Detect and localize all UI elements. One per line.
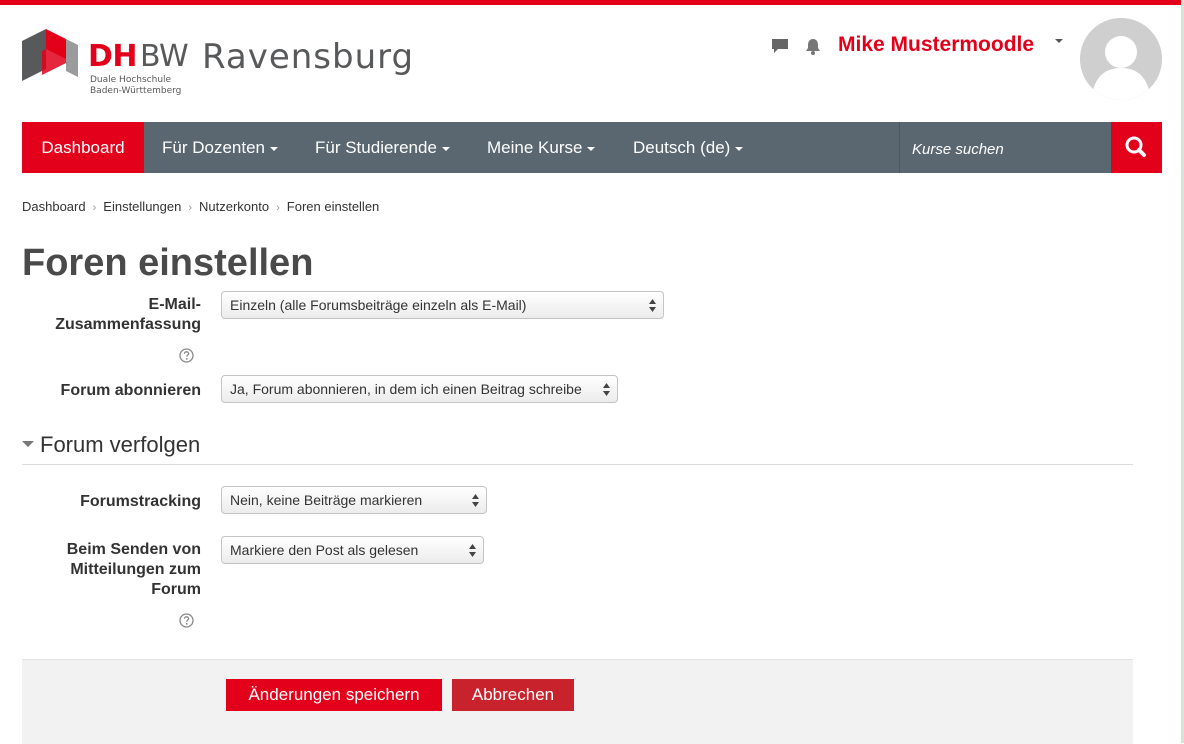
mark-read-label-line-2: Mitteilungen zum [70,561,201,578]
cancel-button[interactable]: Abbrechen [452,679,574,711]
select-value: Markiere den Post als gelesen [230,542,419,558]
section-title: Forum verfolgen [40,432,201,457]
email-digest-label: E-Mail- Zusammenfassung [1,295,201,335]
site-logo[interactable]: DH BW Ravensburg Duale Hochschule Baden-… [22,29,413,101]
help-icon[interactable] [179,348,194,363]
email-digest-label-line-2: Zusammenfassung [55,316,201,333]
nav-item-fuer-dozenten[interactable]: Für Dozenten [162,122,278,173]
select-arrows-icon [472,494,479,507]
breadcrumb-nutzerkonto[interactable]: Nutzerkonto [199,199,269,214]
tracking-label: Forumstracking [80,493,201,510]
user-menu-toggle[interactable]: Mike Mustermoodle [838,32,1034,58]
bell-icon[interactable] [804,37,822,55]
breadcrumb: Dashboard › Einstellungen › Nutzerkonto › Fore… [22,199,379,219]
select-value: Einzeln (alle Forumsbeiträge einzeln als… [230,297,527,313]
course-search-input[interactable] [910,135,1104,163]
chevron-down-icon [587,146,596,151]
default-user-icon [1080,18,1162,100]
chevron-down-icon [270,146,278,151]
collapse-caret-icon [22,441,34,448]
breadcrumb-current: Foren einstellen [286,199,380,214]
breadcrumb-dashboard[interactable]: Dashboard [22,199,86,214]
select-value: Ja, Forum abonnieren, in dem ich einen B… [230,381,582,397]
logo-text-bw: BW [140,39,189,74]
nav-item-language[interactable]: Deutsch (de) [633,122,744,173]
select-arrows-icon [649,299,656,312]
form-actions-bar [22,659,1133,744]
subscribe-select[interactable]: Ja, Forum abonnieren, in dem ich einen B… [221,375,618,403]
nav-item-label: Deutsch (de) [633,138,731,157]
chevron-down-icon [441,146,450,151]
logo-mark-icon [22,29,78,81]
user-menu-caret-icon[interactable] [1055,39,1063,43]
breadcrumb-einstellungen[interactable]: Einstellungen [103,199,181,214]
course-search-box [899,122,1112,173]
nav-item-meine-kurse[interactable]: Meine Kurse [487,122,596,173]
logo-text-city: Ravensburg [202,37,415,77]
chevron-down-icon [735,146,744,151]
nav-item-label: Für Studierende [315,138,437,157]
section-divider [22,464,1133,465]
logo-subline: Duale Hochschule Baden-Württemberg [90,75,181,97]
chevron-right-icon: › [92,202,97,214]
mark-read-select[interactable]: Markiere den Post als gelesen [221,536,484,564]
chevron-right-icon: › [188,202,193,214]
avatar[interactable] [1080,18,1162,100]
search-button[interactable] [1111,122,1162,173]
mark-read-label: Beim Senden von Mitteilungen zum Forum [1,540,201,600]
search-icon [1125,136,1146,157]
logo-subline-1: Duale Hochschule [90,75,172,85]
site-header: DH BW Ravensburg Duale Hochschule Baden-… [0,5,1184,122]
section-forum-verfolgen-toggle[interactable]: Forum verfolgen [22,431,200,461]
save-button[interactable]: Änderungen speichern [226,679,442,711]
mark-read-label-line-1: Beim Senden von [66,541,201,558]
chevron-right-icon: › [276,202,280,214]
mark-read-label-line-3: Forum [151,581,201,598]
email-digest-select[interactable]: Einzeln (alle Forumsbeiträge einzeln als… [221,291,664,319]
logo-text-dh: DH [88,39,138,74]
email-digest-label-line-1: E-Mail- [148,296,201,313]
select-arrows-icon [469,544,476,557]
help-icon[interactable] [179,613,194,628]
nav-item-dashboard[interactable]: Dashboard [22,122,144,173]
select-arrows-icon [603,383,610,396]
nav-item-label: Dashboard [41,138,125,157]
nav-item-fuer-studierende[interactable]: Für Studierende [315,122,450,173]
page-title: Foren einstellen [22,242,314,284]
nav-item-label: Für Dozenten [162,138,265,157]
subscribe-label: Forum abonnieren [60,382,201,399]
tracking-select[interactable]: Nein, keine Beiträge markieren [221,486,487,514]
logo-subline-2: Baden-Württemberg [90,86,182,96]
nav-item-label: Meine Kurse [487,138,583,157]
message-icon[interactable] [771,38,789,54]
select-value: Nein, keine Beiträge markieren [230,492,423,508]
main-navbar: Dashboard Für Dozenten Für Studierende M… [22,122,1162,173]
